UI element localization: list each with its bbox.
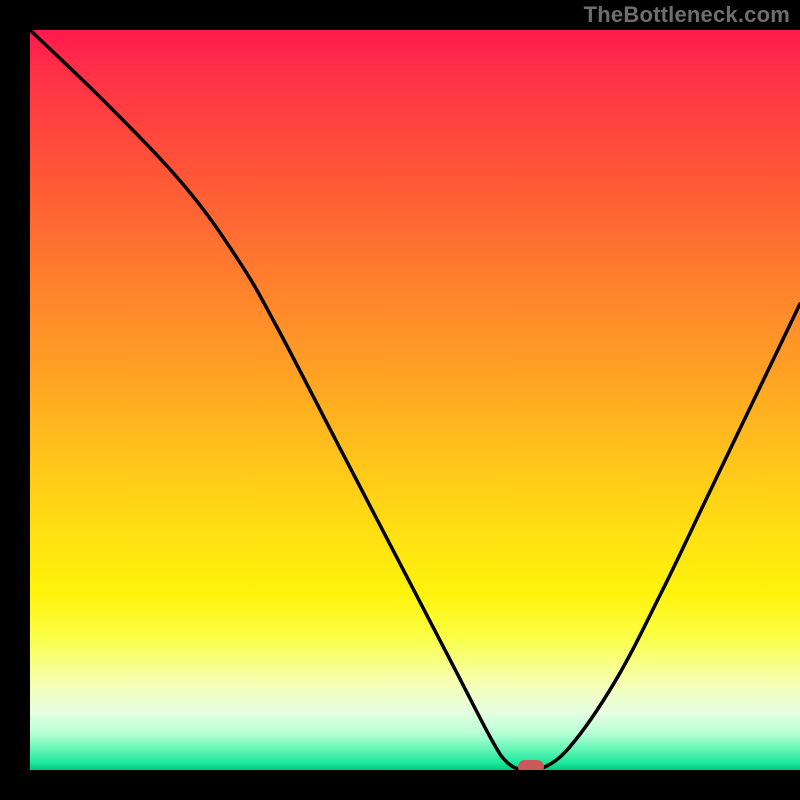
chart-frame: TheBottleneck.com — [0, 0, 800, 800]
plot-area — [30, 30, 800, 770]
bottleneck-curve — [30, 30, 800, 770]
watermark-text: TheBottleneck.com — [584, 2, 790, 28]
optimal-point-marker — [518, 760, 544, 770]
curve-path — [30, 30, 800, 770]
